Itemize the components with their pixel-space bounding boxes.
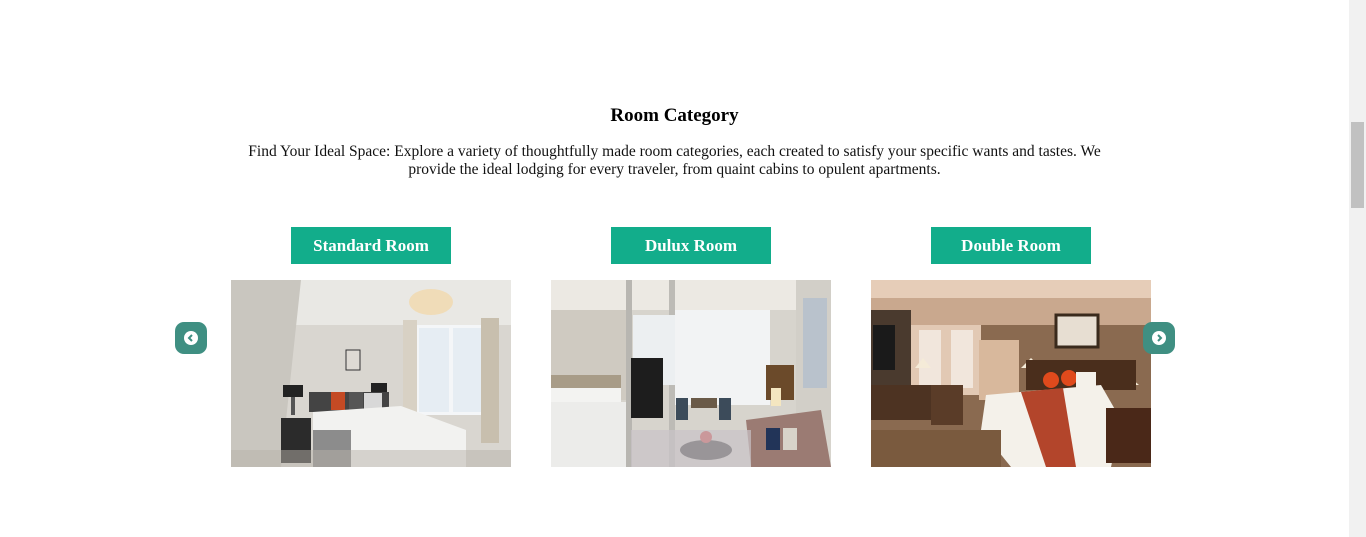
room-category-section: Room Category Find Your Ideal Space: Exp… bbox=[0, 0, 1349, 537]
dulux-room-button[interactable]: Dulux Room bbox=[611, 227, 771, 264]
scrollbar-thumb[interactable] bbox=[1351, 122, 1364, 208]
standard-room-image[interactable] bbox=[231, 280, 511, 467]
dulux-room-image[interactable] bbox=[551, 280, 831, 467]
section-description: Find Your Ideal Space: Explore a variety… bbox=[248, 143, 1101, 178]
section-title: Room Category bbox=[610, 105, 739, 126]
double-room-button[interactable]: Double Room bbox=[931, 227, 1091, 264]
chevron-left-icon bbox=[184, 331, 198, 345]
room-card-double: Double Room bbox=[871, 227, 1151, 467]
chevron-right-icon bbox=[1152, 331, 1166, 345]
page-scrollbar[interactable] bbox=[1349, 0, 1366, 537]
carousel-prev-button[interactable] bbox=[175, 322, 207, 354]
standard-room-button[interactable]: Standard Room bbox=[291, 227, 451, 264]
double-room-image[interactable] bbox=[871, 280, 1151, 467]
carousel-next-button[interactable] bbox=[1143, 322, 1175, 354]
room-card-standard: Standard Room bbox=[231, 227, 511, 467]
room-card-dulux: Dulux Room bbox=[551, 227, 831, 467]
